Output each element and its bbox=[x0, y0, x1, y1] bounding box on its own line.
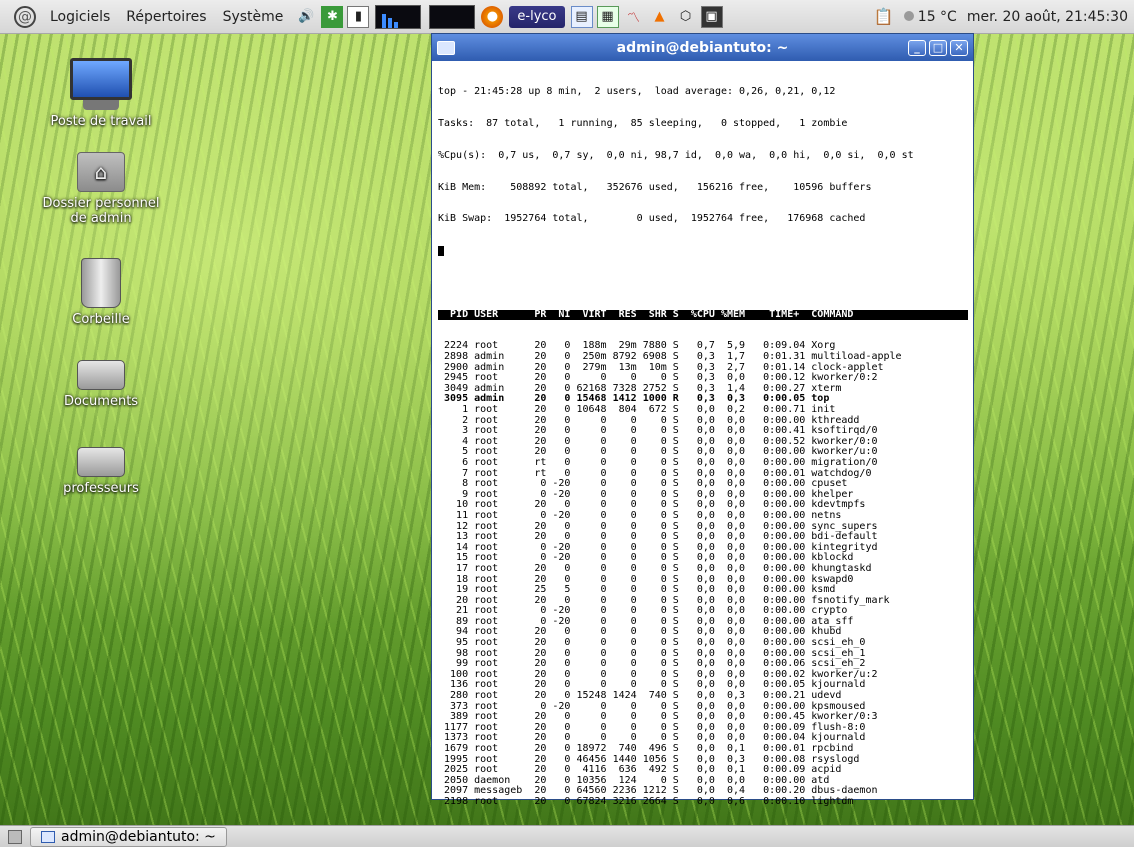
process-list: 2224 root 20 0 188m 29m 7880 S 0,7 5,9 0… bbox=[438, 341, 968, 807]
desktop-icon-documents[interactable]: Documents bbox=[36, 360, 166, 409]
weather-temperature: 15 °C bbox=[917, 8, 957, 25]
cursor-line bbox=[438, 246, 968, 257]
process-row: 11 root 0 -20 0 0 0 S 0,0 0,0 0:00.00 ne… bbox=[438, 509, 842, 521]
window-titlebar[interactable]: admin@debiantuto: ~ _ □ ✕ bbox=[432, 34, 973, 61]
trash-icon bbox=[81, 258, 121, 308]
menu-logiciels[interactable]: Logiciels bbox=[42, 9, 118, 25]
accessibility-icon[interactable]: ✱ bbox=[321, 5, 344, 28]
maximize-button[interactable]: □ bbox=[929, 39, 947, 56]
show-desktop-icon[interactable] bbox=[8, 829, 22, 844]
terminal-window[interactable]: admin@debiantuto: ~ _ □ ✕ top - 21:45:28… bbox=[431, 33, 974, 807]
menu-repertoires[interactable]: Répertoires bbox=[118, 9, 214, 25]
usb-icon[interactable]: ▮ bbox=[347, 5, 370, 28]
process-row: 1679 root 20 0 18972 740 496 S 0,0 0,1 0… bbox=[438, 743, 854, 754]
file-manager-icon[interactable]: ▤ bbox=[570, 5, 593, 28]
process-row: 1 root 20 0 10648 804 672 S 0,0 0,2 0:00… bbox=[438, 404, 836, 415]
terminal-window-icon bbox=[41, 830, 55, 843]
weather-icon bbox=[903, 10, 914, 21]
close-button[interactable]: ✕ bbox=[950, 39, 968, 56]
chart-app-icon[interactable]: 〽 bbox=[623, 6, 645, 28]
desktop-icon-professeurs[interactable]: professeurs bbox=[36, 447, 166, 496]
top-summary-line: top - 21:45:28 up 8 min, 2 users, load a… bbox=[438, 86, 836, 98]
firefox-icon[interactable]: ● bbox=[481, 5, 504, 28]
computer-icon bbox=[70, 58, 132, 110]
volume-icon[interactable]: 🔊 bbox=[295, 6, 317, 28]
launcher-tray: 🔊 ✱ ▮ ● e-lyco ▤ ▦ 〽 ▲ ⬡ ▣ bbox=[295, 4, 723, 29]
desktop-icon-label: Corbeille bbox=[72, 312, 130, 327]
top-swap-line: KiB Swap: 1952764 total, 0 used, 1952764… bbox=[438, 213, 866, 225]
spreadsheet-icon[interactable]: ▦ bbox=[596, 5, 619, 28]
desktop-icon-home[interactable]: ⌂ Dossier personnel de admin bbox=[36, 152, 166, 226]
window-title: admin@debiantuto: ~ bbox=[616, 39, 789, 56]
home-folder-icon: ⌂ bbox=[77, 152, 125, 192]
top-panel: @ Logiciels Répertoires Système 🔊 ✱ ▮ ● … bbox=[0, 0, 1134, 34]
vlc-icon[interactable]: ▲ bbox=[649, 6, 671, 28]
bottom-panel: admin@debiantuto: ~ bbox=[0, 825, 1134, 847]
terminal-output[interactable]: top - 21:45:28 up 8 min, 2 users, load a… bbox=[432, 61, 973, 829]
terminal-launcher-icon[interactable]: ▣ bbox=[700, 5, 723, 28]
cpu-monitor-icon[interactable] bbox=[375, 4, 422, 29]
minimize-button[interactable]: _ bbox=[908, 39, 926, 56]
desktop-icon-label: Documents bbox=[63, 394, 139, 409]
process-table-header: PID USER PR NI VIRT RES SHR S %CPU %MEM … bbox=[438, 309, 968, 321]
weather-applet[interactable]: 15 °C bbox=[903, 8, 957, 25]
taskbar-button-label: admin@debiantuto: ~ bbox=[61, 828, 216, 845]
drive-icon bbox=[77, 447, 125, 477]
text-cursor bbox=[438, 246, 444, 257]
menu-systeme[interactable]: Système bbox=[215, 9, 292, 25]
drive-icon bbox=[77, 360, 125, 390]
desktop-icon-label: Poste de travail bbox=[50, 114, 152, 129]
taskbar-button-terminal[interactable]: admin@debiantuto: ~ bbox=[30, 826, 227, 847]
panel-right: 📋 15 °C mer. 20 août, 21:45:30 bbox=[874, 7, 1134, 26]
clock[interactable]: mer. 20 août, 21:45:30 bbox=[967, 9, 1128, 25]
process-row: 17 root 20 0 0 0 0 S 0,0 0,0 0:00.00 khu… bbox=[438, 562, 872, 574]
memory-monitor-icon[interactable] bbox=[429, 4, 476, 29]
elyco-launcher[interactable]: e-lyco bbox=[509, 5, 565, 28]
network-icon[interactable]: ⬡ bbox=[675, 6, 697, 28]
desktop-icon-label: professeurs bbox=[63, 481, 139, 496]
desktop-icon-computer[interactable]: Poste de travail bbox=[36, 58, 166, 129]
desktop-icon-trash[interactable]: Corbeille bbox=[36, 258, 166, 327]
top-cpu-line: %Cpu(s): 0,7 us, 0,7 sy, 0,0 ni, 98,7 id… bbox=[438, 149, 914, 161]
debian-logo-icon[interactable]: @ bbox=[14, 5, 36, 28]
top-mem-line: KiB Mem: 508892 total, 352676 used, 1562… bbox=[438, 181, 872, 193]
desktop-icon-label: Dossier personnel de admin bbox=[42, 196, 160, 226]
clipboard-icon[interactable]: 📋 bbox=[874, 7, 894, 26]
process-row: 2198 root 20 0 67824 3216 2664 S 0,0 0,6… bbox=[438, 795, 854, 807]
top-tasks-line: Tasks: 87 total, 1 running, 85 sleeping,… bbox=[438, 117, 848, 129]
process-row: 6 root rt 0 0 0 0 S 0,0 0,0 0:00.00 migr… bbox=[438, 456, 878, 468]
window-menu-icon[interactable] bbox=[437, 40, 455, 55]
